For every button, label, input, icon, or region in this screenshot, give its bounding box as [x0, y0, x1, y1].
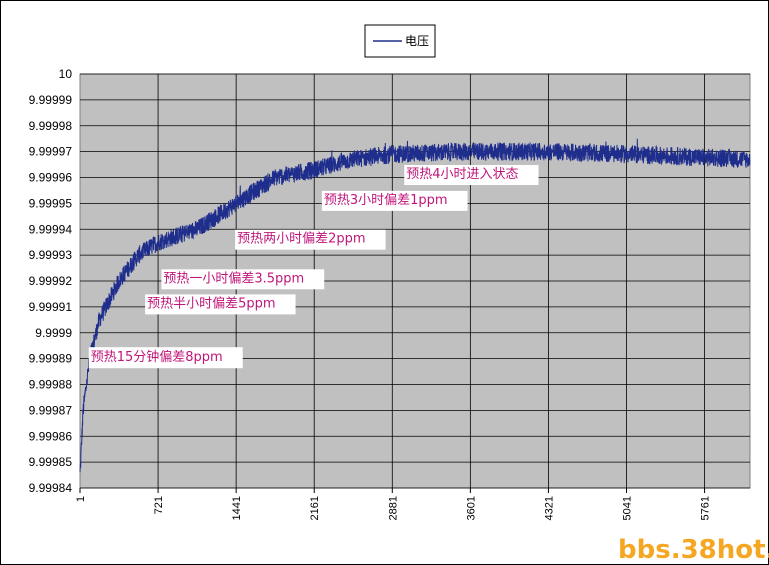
annotation-text: 预热一小时偏差3.5ppm [163, 271, 304, 286]
annotation: 预热15分钟偏差8ppm [88, 347, 243, 369]
legend: 电压 [364, 24, 436, 58]
y-tick-label: 9.99991 [29, 300, 73, 314]
y-tick-label: 9.99987 [29, 403, 73, 417]
y-tick-label: 9.99984 [29, 481, 73, 495]
annotation: 预热4小时进入状态 [404, 165, 539, 186]
x-axis: 1 721 1441 2161 2881 3601 4321 5041 5761 [75, 488, 712, 520]
legend-label: 电压 [405, 34, 429, 48]
annotation: 预热一小时偏差3.5ppm [161, 269, 325, 290]
annotation-text: 预热3小时偏差1ppm [324, 193, 448, 208]
y-tick-label: 9.9999 [35, 326, 72, 340]
annotation-text: 预热两小时偏差2ppm [237, 232, 365, 247]
y-tick-label: 9.99985 [29, 455, 73, 469]
y-tick-label: 9.99989 [29, 352, 73, 366]
y-tick-label: 10 [59, 67, 73, 81]
x-tick-label: 2881 [387, 496, 399, 520]
y-tick-label: 9.99988 [29, 378, 73, 392]
annotation-text: 预热半小时偏差5ppm [147, 296, 275, 311]
y-tick-label: 9.99993 [29, 248, 73, 262]
y-tick-label: 9.99995 [29, 196, 73, 210]
annotation-text: 预热4小时进入状态 [406, 167, 518, 182]
annotation: 预热两小时偏差2ppm [235, 229, 386, 250]
y-tick-label: 9.99986 [29, 429, 73, 443]
y-tick-label: 9.99999 [29, 93, 73, 107]
y-tick-label: 9.99994 [29, 222, 73, 236]
x-tick-label: 5761 [700, 496, 712, 520]
y-axis: 10 9.99999 9.99998 9.99997 9.99996 9.99995 9.9… [29, 67, 73, 495]
x-tick-label: 5041 [621, 496, 633, 520]
y-tick-label: 9.99998 [29, 119, 73, 133]
x-tick-label: 1441 [231, 496, 243, 520]
y-tick-label: 9.99992 [29, 274, 73, 288]
annotation-text: 预热15分钟偏差8ppm [91, 349, 223, 365]
chart-svg: 10 9.99999 9.99998 9.99997 9.99996 9.99995 9.9… [29, 24, 769, 565]
x-tick-label: 721 [153, 496, 165, 514]
y-tick-label: 9.99997 [29, 145, 73, 159]
x-tick-label: 3601 [465, 496, 477, 520]
annotation: 预热半小时偏差5ppm [145, 294, 296, 315]
x-tick-label: 2161 [309, 496, 321, 520]
watermark: bbs.38hot.net [618, 535, 769, 565]
annotation: 预热3小时偏差1ppm [321, 190, 468, 211]
x-tick-label: 1 [75, 496, 87, 502]
y-tick-label: 9.99996 [29, 171, 73, 185]
x-tick-label: 4321 [543, 496, 555, 520]
